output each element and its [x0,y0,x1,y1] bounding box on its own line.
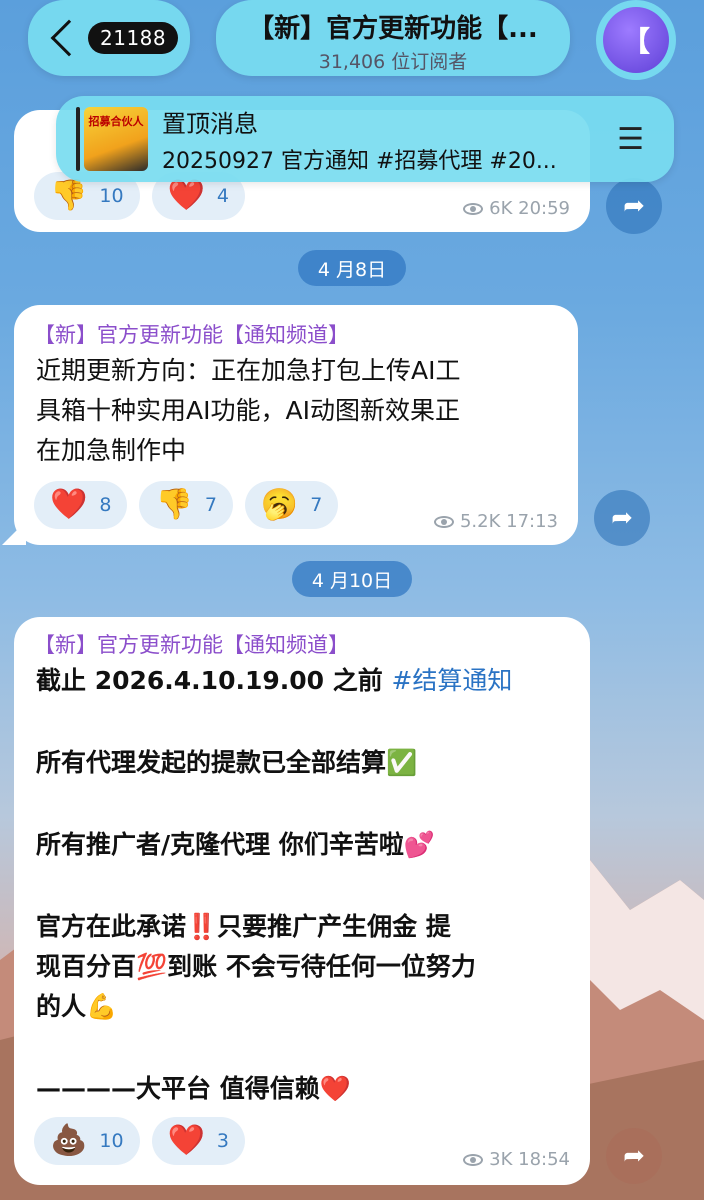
message-line: 截止 2026.4.10.19.00 之前 #结算通知 [36,661,576,701]
yawning-face-icon: 🥱 [260,487,299,522]
reaction-count: 7 [204,494,217,516]
share-icon: ➦ [623,1141,645,1171]
message-meta: 3K 18:54 [463,1149,570,1170]
reaction-chip[interactable]: ❤️ 8 [34,481,128,529]
chevron-left-icon [50,19,88,57]
sender-name[interactable]: 【新】官方更新功能【通知频道】 [34,629,349,659]
message-line: 官方在此承诺‼️只要推广产生佣金 提 [36,912,451,941]
date-separator: 4 月10日 [292,561,412,597]
eye-icon [463,202,484,215]
poop-icon: 💩 [50,1123,88,1158]
message-line: 具箱十种实用AI功能，AI动图新效果正 [36,396,460,425]
message-line: 近期更新方向：正在加急打包上传AI工 [36,356,461,385]
pinned-indicator [76,107,80,171]
unread-count-badge: 21188 [88,22,179,54]
message-time: 20:59 [518,198,570,219]
pin-list-icon[interactable]: ☰ [617,122,644,157]
bubble-tail [2,521,26,545]
date-separator: 4 月8日 [298,250,406,286]
message-line: 在加急制作中 [36,436,187,465]
message-line: ————大平台 值得信赖❤️ [36,1074,351,1103]
message-meta: 5.2K 17:13 [433,511,558,532]
share-icon: ➦ [623,191,645,221]
sender-name[interactable]: 【新】官方更新功能【通知频道】 [34,319,349,349]
message-text: 近期更新方向：正在加急打包上传AI工 具箱十种实用AI功能，AI动图新效果正 在… [36,351,460,471]
channel-header[interactable]: 【新】官方更新功能【... 31,406 位订阅者 [216,0,570,76]
reaction-count: 10 [99,1130,124,1152]
reaction-count: 10 [99,185,124,207]
eye-icon [433,515,454,528]
view-count: 3K [489,1149,513,1170]
eye-icon [463,1153,484,1166]
reaction-count: 3 [216,1130,229,1152]
share-button[interactable]: ➦ [594,490,650,546]
pinned-thumbnail: 招募合伙人 [84,107,148,171]
reaction-chip[interactable]: 🥱 7 [244,481,339,529]
message-line: 所有推广者/克隆代理 你们辛苦啦💕 [36,830,435,859]
subscriber-count: 31,406 位订阅者 [318,51,468,73]
message-line: 现百分百💯到账 不会亏待任何一位努力 [36,952,476,981]
pinned-label: 置顶消息 [162,109,258,138]
channel-title: 【新】官方更新功能【... [248,14,538,44]
reaction-chip[interactable]: ❤️ 3 [151,1117,245,1165]
reaction-chip[interactable]: 💩 10 [34,1117,140,1165]
message-bubble[interactable]: 【新】官方更新功能【通知频道】 截止 2026.4.10.19.00 之前 #结… [14,617,590,1185]
reactions-row: 💩 10 ❤️ 3 [34,1117,245,1165]
pinned-message-bar[interactable]: 招募合伙人 置顶消息 20250927 官方通知 #招募代理 #20... ☰ [56,96,674,182]
message-line: 所有代理发起的提款已全部结算✅ [36,748,418,777]
heart-icon: ❤️ [167,178,205,213]
reaction-chip[interactable]: 👎 7 [139,481,233,529]
channel-avatar-button[interactable]: 【 [596,0,676,80]
message-text: 截止 2026.4.10.19.00 之前 #结算通知 所有代理发起的提款已全部… [36,661,576,1109]
heart-icon: ❤️ [167,1123,205,1158]
thumbs-down-icon: 👎 [155,487,193,522]
thumbs-down-icon: 👎 [50,178,88,213]
reaction-count: 8 [99,494,112,516]
share-icon: ➦ [611,503,633,533]
message-line: 的人💪 [36,992,118,1021]
avatar: 【 [603,7,669,73]
view-count: 5.2K [459,511,501,532]
message-bubble[interactable]: 【新】官方更新功能【通知频道】 近期更新方向：正在加急打包上传AI工 具箱十种实… [2,305,578,545]
message-time: 17:13 [506,511,558,532]
back-button[interactable]: 21188 [28,0,190,76]
reaction-count: 7 [310,494,323,516]
message-meta: 6K 20:59 [463,198,570,219]
reactions-row: ❤️ 8 👎 7 🥱 7 [34,481,339,529]
view-count: 6K [489,198,513,219]
pinned-text: 20250927 官方通知 #招募代理 #20... [162,148,557,174]
reaction-count: 4 [216,185,229,207]
heart-icon: ❤️ [50,487,88,522]
message-time: 18:54 [518,1149,570,1170]
share-button[interactable]: ➦ [606,1128,662,1184]
hashtag-link[interactable]: #结算通知 [391,666,512,695]
share-button[interactable]: ➦ [606,178,662,234]
message-line-text: 截止 2026.4.10.19.00 之前 [36,666,392,695]
